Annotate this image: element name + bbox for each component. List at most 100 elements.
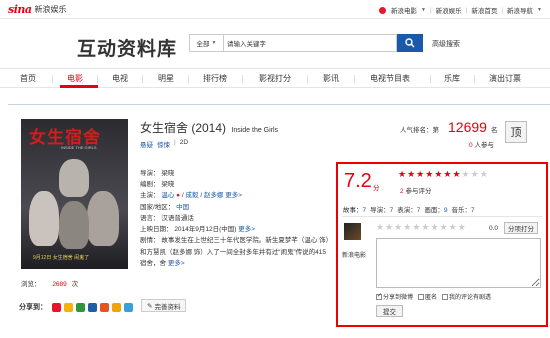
nav-item-rating[interactable]: 影视打分 (259, 73, 291, 84)
star-icon[interactable]: ★ (385, 223, 393, 232)
cast-link[interactable]: 成毅 (186, 192, 199, 199)
weibo-icon[interactable] (52, 302, 61, 312)
divider (242, 75, 243, 83)
star-icon[interactable]: ★ (403, 223, 411, 232)
star-icon: ★ (452, 169, 461, 179)
sub-score-value: 7 (362, 207, 367, 214)
chevron-down-icon[interactable]: ▼ (537, 7, 542, 13)
search-button[interactable] (397, 34, 423, 52)
cast-more-link[interactable]: 更多> (225, 192, 242, 199)
movie-title-cn: 女生宿舍 (2014) (140, 121, 227, 135)
nav-item-home[interactable]: 首页 (20, 73, 36, 84)
info-director: 导演： 梁晓 (140, 168, 330, 179)
search-category-select[interactable]: 全部 ▼ (189, 34, 223, 52)
star-icon[interactable]: ★ (421, 223, 429, 232)
star-icon[interactable]: ★ (412, 223, 420, 232)
top-bar: sina 新浪娱乐 新浪电影 ▼ | 新浪娱乐 | 新浪首页 | 新浪导航 ▼ (0, 0, 550, 19)
nav-item-rank[interactable]: 排行榜 (203, 73, 227, 84)
share-label: 分享到： (19, 304, 47, 311)
qzone-icon[interactable] (64, 302, 73, 312)
info-cast: 主演： 温心 ● / 成毅 / 赵多娜 更多> (140, 190, 330, 201)
spoiler-checkbox[interactable]: 我的评论有剧透 (442, 292, 491, 301)
cast-link[interactable]: 赵多娜 (204, 192, 224, 199)
divider (354, 75, 355, 83)
comment-textarea[interactable] (376, 238, 541, 288)
format-label: 2D (179, 139, 189, 146)
anonymous-checkbox[interactable]: 匿名 (418, 292, 437, 301)
split-rating-button[interactable]: 分项打分 (504, 222, 538, 234)
chevron-down-icon[interactable]: ▼ (421, 7, 426, 13)
region-link[interactable]: 中国 (176, 204, 189, 211)
info-key: 导演： (140, 170, 160, 177)
divider: | (429, 6, 432, 14)
score-unit: 分 (373, 185, 380, 192)
star-icon: ★ (425, 169, 434, 179)
divider: | (174, 139, 176, 146)
edit-icon: ✎ (147, 302, 153, 310)
nav-active-indicator (60, 85, 98, 88)
nav-item-tickets[interactable]: 演出订票 (489, 73, 521, 84)
my-rating-stars[interactable]: ★ ★ ★ ★ ★ ★ ★ ★ ★ ★ (376, 223, 466, 232)
nav-item-stars[interactable]: 明星 (158, 73, 174, 84)
info-value: 梁晓 (161, 181, 175, 189)
voter-count: 0 人参与 (469, 139, 494, 149)
msn-icon[interactable] (124, 302, 133, 312)
checkbox-icon[interactable] (442, 293, 449, 300)
user-name: 新浪电影 (342, 253, 367, 259)
star-icon[interactable]: ★ (376, 223, 384, 232)
cast-link[interactable]: 温心 (161, 192, 174, 199)
douban-icon[interactable] (76, 302, 85, 312)
star-icon[interactable]: ★ (430, 223, 438, 232)
plot-more-link[interactable]: 更多> (168, 260, 185, 267)
popularity-rank-label: 人气排名：第 (400, 127, 439, 134)
checkbox-icon[interactable] (418, 293, 425, 300)
upvote-button[interactable]: 顶 (505, 121, 527, 143)
advanced-search-link[interactable]: 高级搜索 (432, 39, 460, 49)
nav-item-tv-schedule[interactable]: 电视节目表 (370, 73, 410, 84)
link-sina-nav[interactable]: 新浪导航 (507, 5, 533, 15)
link-sina-ent[interactable]: 新浪娱乐 (436, 5, 462, 15)
rating-count: 2 参与评分 (400, 185, 431, 195)
page-brand-title[interactable]: 互动资料库 (77, 34, 177, 61)
info-key: 国家/地区： (140, 203, 175, 211)
logo-sub-text: 新浪娱乐 (34, 5, 67, 14)
separator-slash: / (181, 192, 184, 200)
genre-link[interactable]: 悬疑 (140, 139, 153, 149)
avatar[interactable] (344, 223, 361, 240)
nav-item-tv[interactable]: 电视 (112, 73, 128, 84)
sina-logo[interactable]: sina 新浪娱乐 (8, 3, 67, 16)
sub-score-value: 7 (416, 207, 421, 214)
star-icon: ★ (443, 169, 452, 179)
star-icon[interactable]: ★ (394, 223, 402, 232)
sub-scores: 故事：7 导演：7 表演：7 画面：9 音乐：7 (343, 204, 475, 214)
release-more-link[interactable]: 更多> (238, 226, 255, 233)
star-icon[interactable]: ★ (449, 223, 457, 232)
search-input[interactable] (223, 34, 397, 52)
share-weibo-checkbox[interactable]: 分享到微博 (376, 292, 413, 301)
genre-list: 悬疑 惊悚 | 2D (140, 139, 188, 149)
view-count: 浏览： 2689 次 (21, 278, 78, 288)
weibo-icon[interactable]: ● (176, 192, 180, 199)
renren-icon[interactable] (88, 302, 97, 312)
link-sina-movie[interactable]: 新浪电影 (391, 5, 417, 15)
nav-item-showtimes[interactable]: 影讯 (323, 73, 339, 84)
submit-button[interactable]: 提交 (376, 305, 403, 317)
popularity-rank-unit: 名 (491, 127, 498, 134)
star-icon[interactable]: ★ (458, 223, 466, 232)
edit-info-button[interactable]: ✎ 完善资料 (141, 299, 187, 312)
rating-count-label: 参与评分 (405, 188, 432, 195)
star-icon[interactable]: ★ (440, 223, 448, 232)
star-icon: ★ (434, 169, 443, 179)
movie-poster[interactable]: 女生宿舍 INSIDE THE GIRLS 9月12日 女生宿舍 闹鬼了 (21, 119, 128, 269)
info-value: 梁晓 (161, 170, 175, 177)
genre-link[interactable]: 惊悚 (157, 139, 170, 149)
chevron-down-icon: ▼ (211, 40, 217, 46)
checkbox-checked-icon[interactable] (376, 292, 382, 300)
link-sina-home[interactable]: 新浪首页 (471, 5, 497, 15)
nav-item-music[interactable]: 乐库 (444, 73, 460, 84)
kaixin-icon[interactable] (100, 302, 109, 312)
comment-options: 分享到微博 匿名 我的评论有剧透 (376, 292, 491, 301)
mail-icon[interactable] (112, 302, 121, 312)
sub-score-key: 故事： (343, 207, 363, 214)
nav-item-movie[interactable]: 电影 (67, 73, 83, 84)
